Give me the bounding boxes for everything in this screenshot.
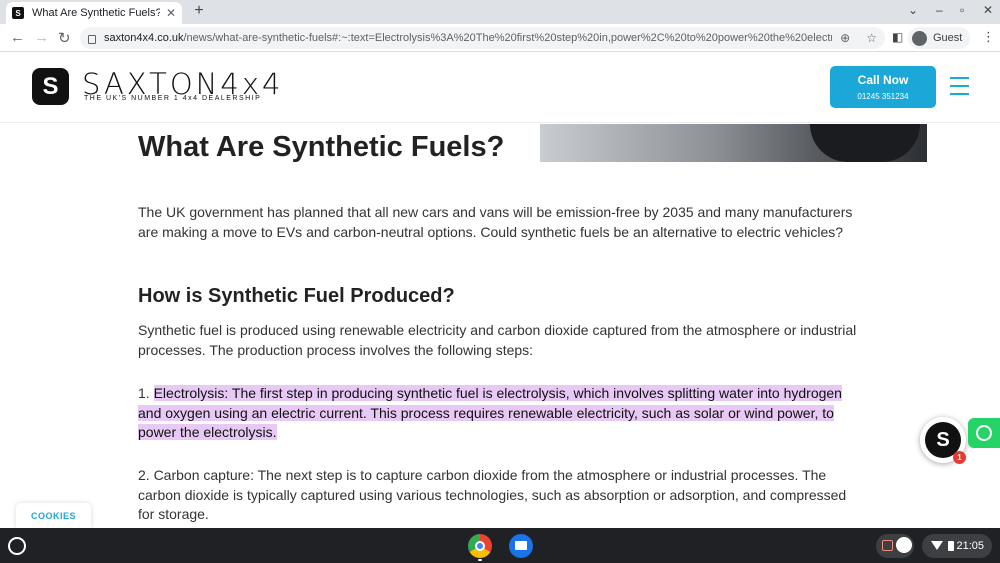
page-title: What Are Synthetic Fuels?: [138, 131, 505, 163]
step-2-paragraph: 2. Carbon capture: The next step is to c…: [138, 467, 847, 522]
chrome-icon[interactable]: [468, 534, 492, 558]
wifi-icon: [931, 541, 943, 550]
close-tab-icon[interactable]: ✕: [166, 6, 176, 20]
active-app-indicator: [478, 559, 482, 561]
forward-icon[interactable]: →: [34, 29, 49, 46]
os-shelf: 21:05: [0, 528, 1000, 563]
whatsapp-icon: [976, 425, 992, 441]
guest-avatar-icon: [912, 30, 927, 46]
url-host: saxton4x4.co.uk: [104, 32, 184, 44]
tab-title: What Are Synthetic Fuels? Bene: [32, 7, 160, 19]
chat-notification-badge: 1: [953, 451, 966, 464]
section-intro: Synthetic fuel is produced using renewab…: [138, 322, 857, 358]
site-header: S SAXTON4x4 THE UK'S NUMBER 1 4x4 DEALER…: [0, 53, 1000, 123]
screen-record-icon: [882, 540, 893, 551]
step-1-number: 1.: [138, 385, 154, 401]
zoom-icon[interactable]: ⊕: [840, 31, 850, 45]
address-bar[interactable]: saxton4x4.co.uk/news/what-are-synthetic-…: [80, 27, 885, 49]
maximize-icon[interactable]: ▫: [960, 3, 964, 17]
call-now-label: Call Now: [857, 73, 909, 87]
hamburger-menu-icon[interactable]: [950, 77, 969, 101]
browser-tab-bar: S What Are Synthetic Fuels? Bene ✕ + ⌄ –…: [0, 0, 1000, 24]
step-1-paragraph: 1. Electrolysis: The first step in produ…: [138, 384, 866, 443]
lock-icon[interactable]: [88, 34, 96, 44]
step-1-highlighted-text: Electrolysis: The first step in producin…: [138, 385, 842, 440]
minimize-icon[interactable]: –: [936, 3, 943, 17]
clock: 21:05: [956, 540, 984, 552]
files-icon[interactable]: [509, 534, 533, 558]
back-icon[interactable]: ←: [10, 29, 25, 46]
kebab-menu-icon[interactable]: ⋮: [982, 29, 995, 45]
night-light-icon: [896, 537, 912, 553]
battery-icon: [948, 541, 954, 551]
profile-button[interactable]: Guest: [908, 27, 971, 49]
reload-icon[interactable]: ↻: [58, 29, 71, 47]
screen-capture-tray[interactable]: [876, 534, 914, 558]
whatsapp-button[interactable]: [968, 418, 1000, 448]
saxton-logo-icon[interactable]: S: [32, 68, 69, 105]
launcher-icon[interactable]: [8, 537, 26, 555]
sidebar-icon[interactable]: ◧: [892, 30, 903, 44]
guest-label: Guest: [933, 32, 963, 44]
logo-tagline: THE UK'S NUMBER 1 4x4 DEALERSHIP: [84, 95, 262, 102]
call-number: 01245 351234: [857, 92, 909, 101]
star-icon[interactable]: ☆: [866, 31, 877, 45]
browser-toolbar: ← → ↻ saxton4x4.co.uk/news/what-are-synt…: [0, 24, 1000, 52]
new-tab-button[interactable]: +: [190, 2, 208, 20]
article-intro: The UK government has planned that all n…: [138, 204, 853, 240]
site-favicon-icon: S: [12, 7, 24, 19]
browser-tab[interactable]: S What Are Synthetic Fuels? Bene ✕: [6, 2, 182, 24]
url-path: /news/what-are-synthetic-fuels#:~:text=E…: [183, 32, 833, 44]
url-text: saxton4x4.co.uk/news/what-are-synthetic-…: [104, 32, 832, 44]
tab-search-icon[interactable]: ⌄: [908, 3, 918, 17]
status-tray[interactable]: 21:05: [922, 534, 992, 558]
section-heading: How is Synthetic Fuel Produced?: [138, 285, 455, 307]
close-window-icon[interactable]: ✕: [983, 3, 993, 17]
cookies-button[interactable]: COOKIES: [16, 503, 91, 529]
call-now-button[interactable]: Call Now 01245 351234: [830, 66, 936, 108]
